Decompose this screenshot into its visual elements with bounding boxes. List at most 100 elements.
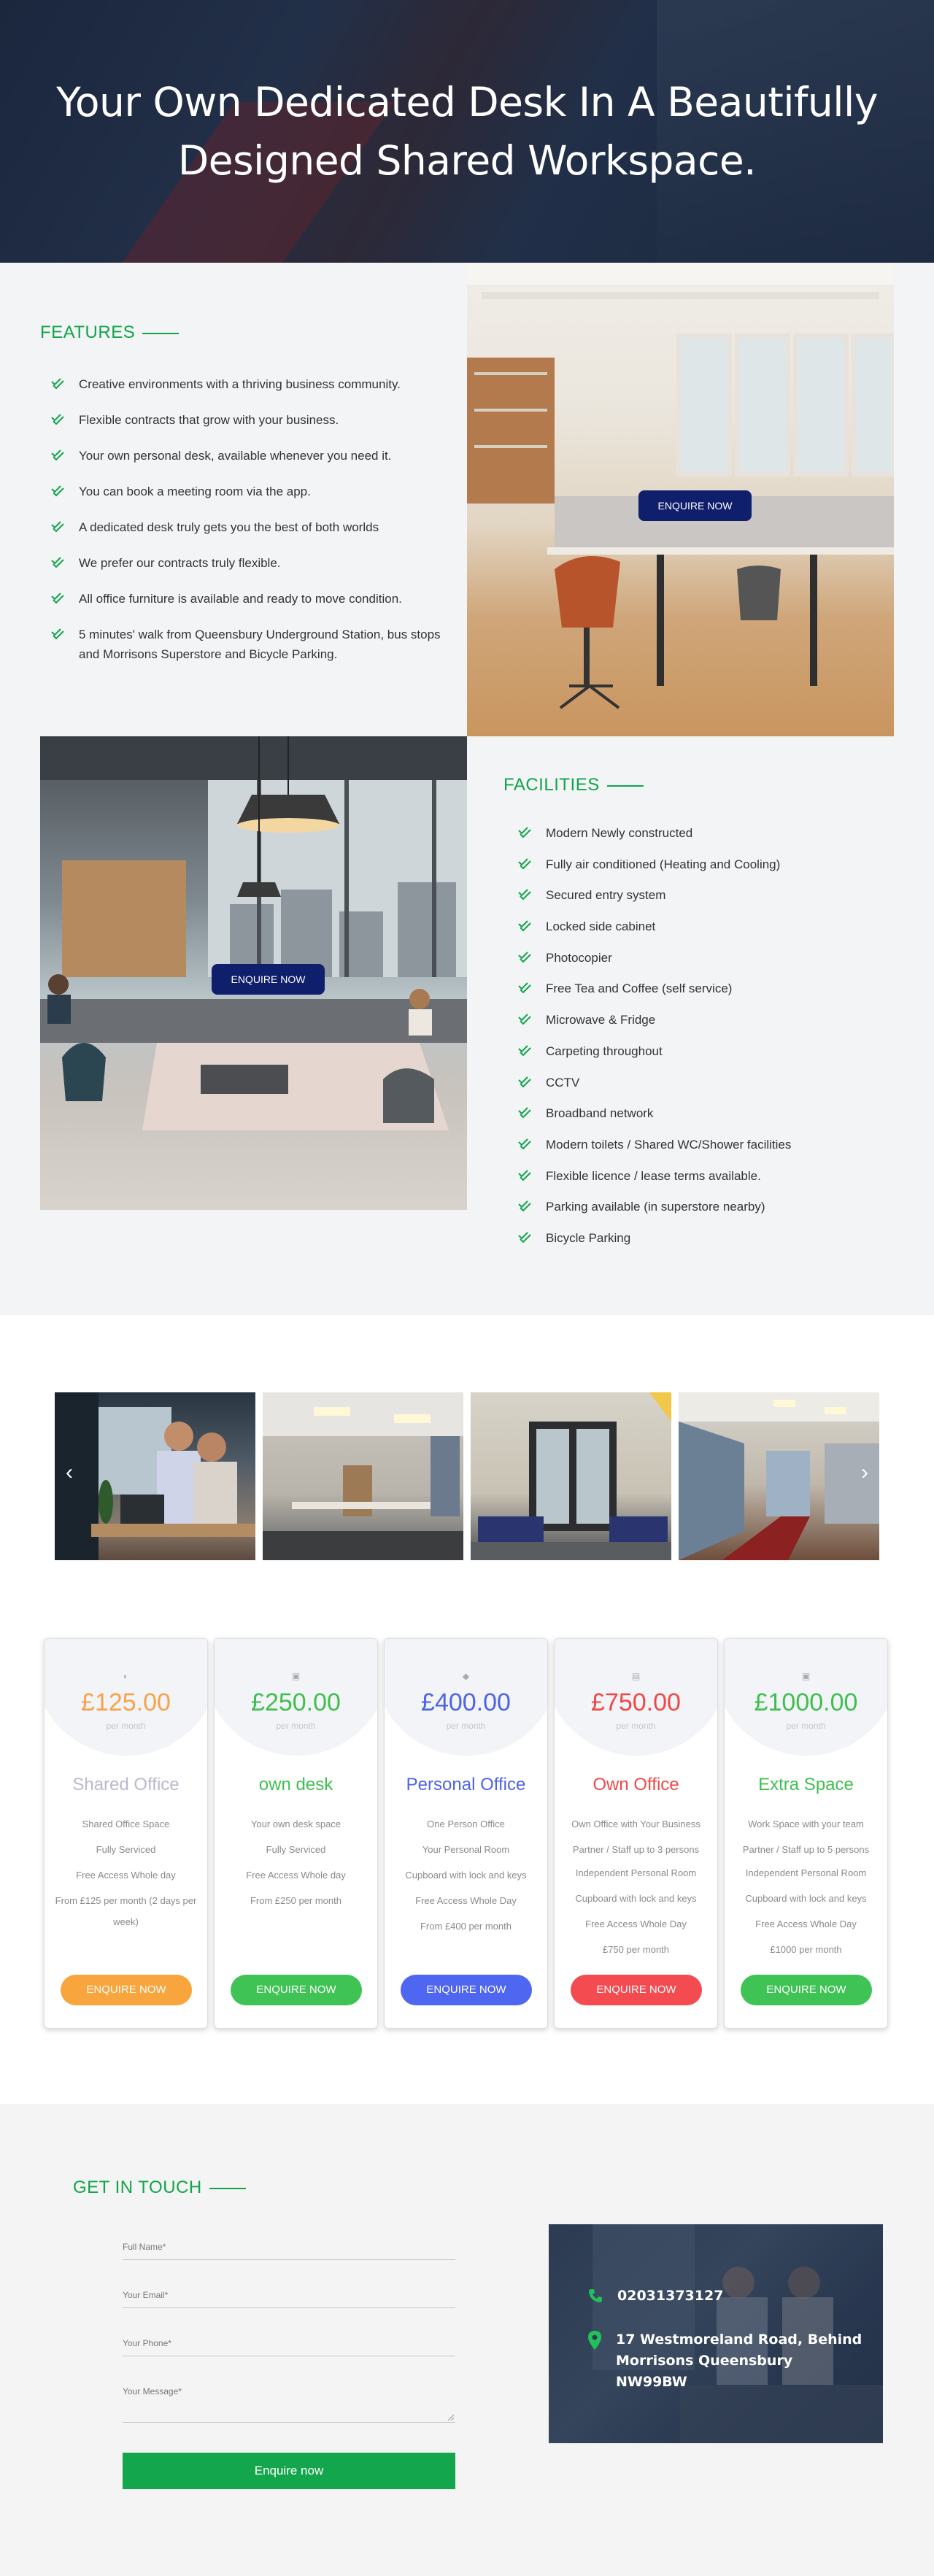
enquire-now-button-features[interactable]: ENQUIRE NOW (638, 490, 752, 521)
plan-feature: Own Office with Your Business (571, 1819, 700, 1829)
plan-features-list: Shared Office Space Fully Serviced Free Ac… (49, 1811, 203, 1932)
facilities-item: Modern Newly constructed (518, 823, 898, 843)
pricing-card: ▣ £250.00 per month own desk Your own desk s… (214, 1638, 378, 2029)
check-icon (51, 557, 64, 568)
features-heading-text: FEATURES (40, 323, 136, 342)
phone-placeholder: Your Phone* (123, 2338, 171, 2348)
facilities-item-text: Secured entry system (546, 888, 666, 903)
check-icon (518, 1107, 531, 1119)
plan-feature: From £125 per month (2 days per week) (55, 1895, 197, 1927)
check-icon (51, 378, 64, 390)
check-icon (518, 857, 531, 870)
plan-period: per month (786, 1721, 826, 1731)
plan-price: £400.00 (421, 1689, 511, 1716)
facilities-item: Fully air conditioned (Heating and Cooli… (518, 855, 898, 874)
facilities-item: Microwave & Fridge (518, 1010, 898, 1030)
email-field[interactable]: Your Email* (123, 2290, 455, 2308)
plan-feature: From £400 per month (420, 1921, 512, 1932)
check-icon (51, 593, 64, 604)
facilities-item-text: Modern toilets / Shared WC/Shower facili… (546, 1137, 792, 1152)
plan-feature: Cupboard with lock and keys (575, 1893, 697, 1904)
phone-field[interactable]: Your Phone* (123, 2338, 455, 2356)
features-item: Flexible contracts that grow with your b… (51, 410, 445, 430)
full-name-field[interactable]: Full Name* (123, 2242, 455, 2260)
features-item-text: Your own personal desk, available whenev… (79, 449, 392, 463)
features-item-text: Creative environments with a thriving bu… (79, 377, 401, 391)
plan-enquire-button[interactable]: ENQUIRE NOW (231, 1975, 362, 2005)
resize-handle-icon[interactable] (447, 2413, 454, 2421)
check-icon (518, 1014, 531, 1025)
enquire-now-button-facilities[interactable]: ENQUIRE NOW (212, 964, 325, 995)
facilities-item-text: Bicycle Parking (546, 1230, 631, 1245)
plan-feature: Partner / Staff up to 3 persons (572, 1844, 700, 1855)
message-placeholder: Your Message* (123, 2386, 182, 2396)
plan-feature: Independent Personal Room (575, 1867, 697, 1878)
hero-banner: Your Own Dedicated Desk In A Beautifully… (0, 0, 934, 263)
features-item: Your own personal desk, available whenev… (51, 446, 445, 466)
full-name-placeholder: Full Name* (123, 2242, 166, 2252)
plan-enquire-button[interactable]: ENQUIRE NOW (571, 1975, 702, 2005)
contact-phone-number[interactable]: 02031373127 (617, 2288, 723, 2304)
plan-enquire-button[interactable]: ENQUIRE NOW (741, 1975, 872, 2005)
check-icon (51, 521, 64, 533)
facilities-item: Parking available (in superstore nearby) (518, 1197, 898, 1216)
facilities-item-text: Parking available (in superstore nearby) (546, 1200, 765, 1214)
email-placeholder: Your Email* (123, 2290, 169, 2300)
plan-feature: Work Space with your team (748, 1819, 864, 1829)
plan-feature: Partner / Staff up to 5 persons (742, 1844, 870, 1855)
gallery-image-2[interactable] (263, 1392, 463, 1560)
heading-underline (606, 784, 644, 787)
message-field[interactable]: Your Message* (123, 2386, 455, 2423)
hero-title: Your Own Dedicated Desk In A Beautifully… (56, 79, 878, 184)
gallery-prev-arrow-icon[interactable]: ‹ (66, 1462, 73, 1484)
plan-feature: Fully Serviced (266, 1844, 326, 1855)
check-icon (518, 1138, 531, 1150)
check-icon (51, 414, 64, 425)
gallery-image-3[interactable] (471, 1392, 671, 1560)
plan-price: £125.00 (81, 1689, 171, 1716)
check-icon (518, 1045, 531, 1057)
features-item: We prefer our contracts truly flexible. (51, 553, 445, 573)
plan-period: per month (616, 1721, 656, 1731)
enquire-submit-button[interactable]: Enquire now (123, 2453, 455, 2489)
plan-period: per month (106, 1721, 146, 1731)
plan-enquire-button[interactable]: ENQUIRE NOW (61, 1975, 192, 2005)
gallery-next-arrow-icon[interactable]: › (861, 1462, 868, 1484)
facilities-item-text: Flexible licence / lease terms available… (546, 1168, 761, 1183)
plan-period: per month (276, 1721, 316, 1731)
facilities-item: Flexible licence / lease terms available… (518, 1166, 898, 1186)
facilities-item-text: Photocopier (546, 950, 612, 965)
features-item: A dedicated desk truly gets you the best… (51, 517, 445, 537)
plan-feature: From £250 per month (250, 1895, 341, 1906)
plan-enquire-button[interactable]: ENQUIRE NOW (401, 1975, 532, 2005)
plan-name: Extra Space (758, 1775, 854, 1794)
gallery-image-4[interactable] (679, 1392, 879, 1560)
plan-icon: ◐ (123, 1671, 129, 1681)
location-pin-icon (588, 2331, 601, 2350)
photo-gallery-carousel[interactable]: ‹ › (55, 1392, 879, 1560)
check-icon (518, 1076, 531, 1087)
facilities-item: Secured entry system (518, 885, 898, 905)
plan-feature: £750 per month (602, 1944, 670, 1955)
features-item: You can book a meeting room via the app. (51, 482, 445, 501)
facilities-item: Bicycle Parking (518, 1228, 898, 1248)
facilities-item-text: Fully air conditioned (Heating and Cooli… (546, 857, 781, 871)
check-icon (51, 628, 64, 640)
facilities-item: Broadband network (518, 1103, 898, 1123)
features-item-text: We prefer our contracts truly flexible. (79, 556, 281, 570)
phone-icon (589, 2289, 602, 2302)
check-icon (518, 1232, 531, 1243)
features-item: All office furniture is available and re… (51, 589, 445, 609)
plan-name: Shared Office (72, 1775, 180, 1794)
gallery-image-1[interactable] (55, 1392, 255, 1560)
plan-features-list: One Person Office Your Personal Room Cupbo… (389, 1811, 543, 1939)
plan-price: £250.00 (251, 1689, 341, 1716)
features-item: Creative environments with a thriving bu… (51, 374, 445, 394)
check-icon (518, 1169, 531, 1181)
contact-heading-text: GET IN TOUCH (73, 2178, 202, 2197)
plan-icon: ▣ (291, 1671, 301, 1681)
facilities-item: Free Tea and Coffee (self service) (518, 979, 898, 998)
plan-icon: ◆ (462, 1671, 470, 1681)
plan-feature: Free Access Whole Day (415, 1895, 517, 1906)
facilities-item-text: Modern Newly constructed (546, 826, 693, 840)
